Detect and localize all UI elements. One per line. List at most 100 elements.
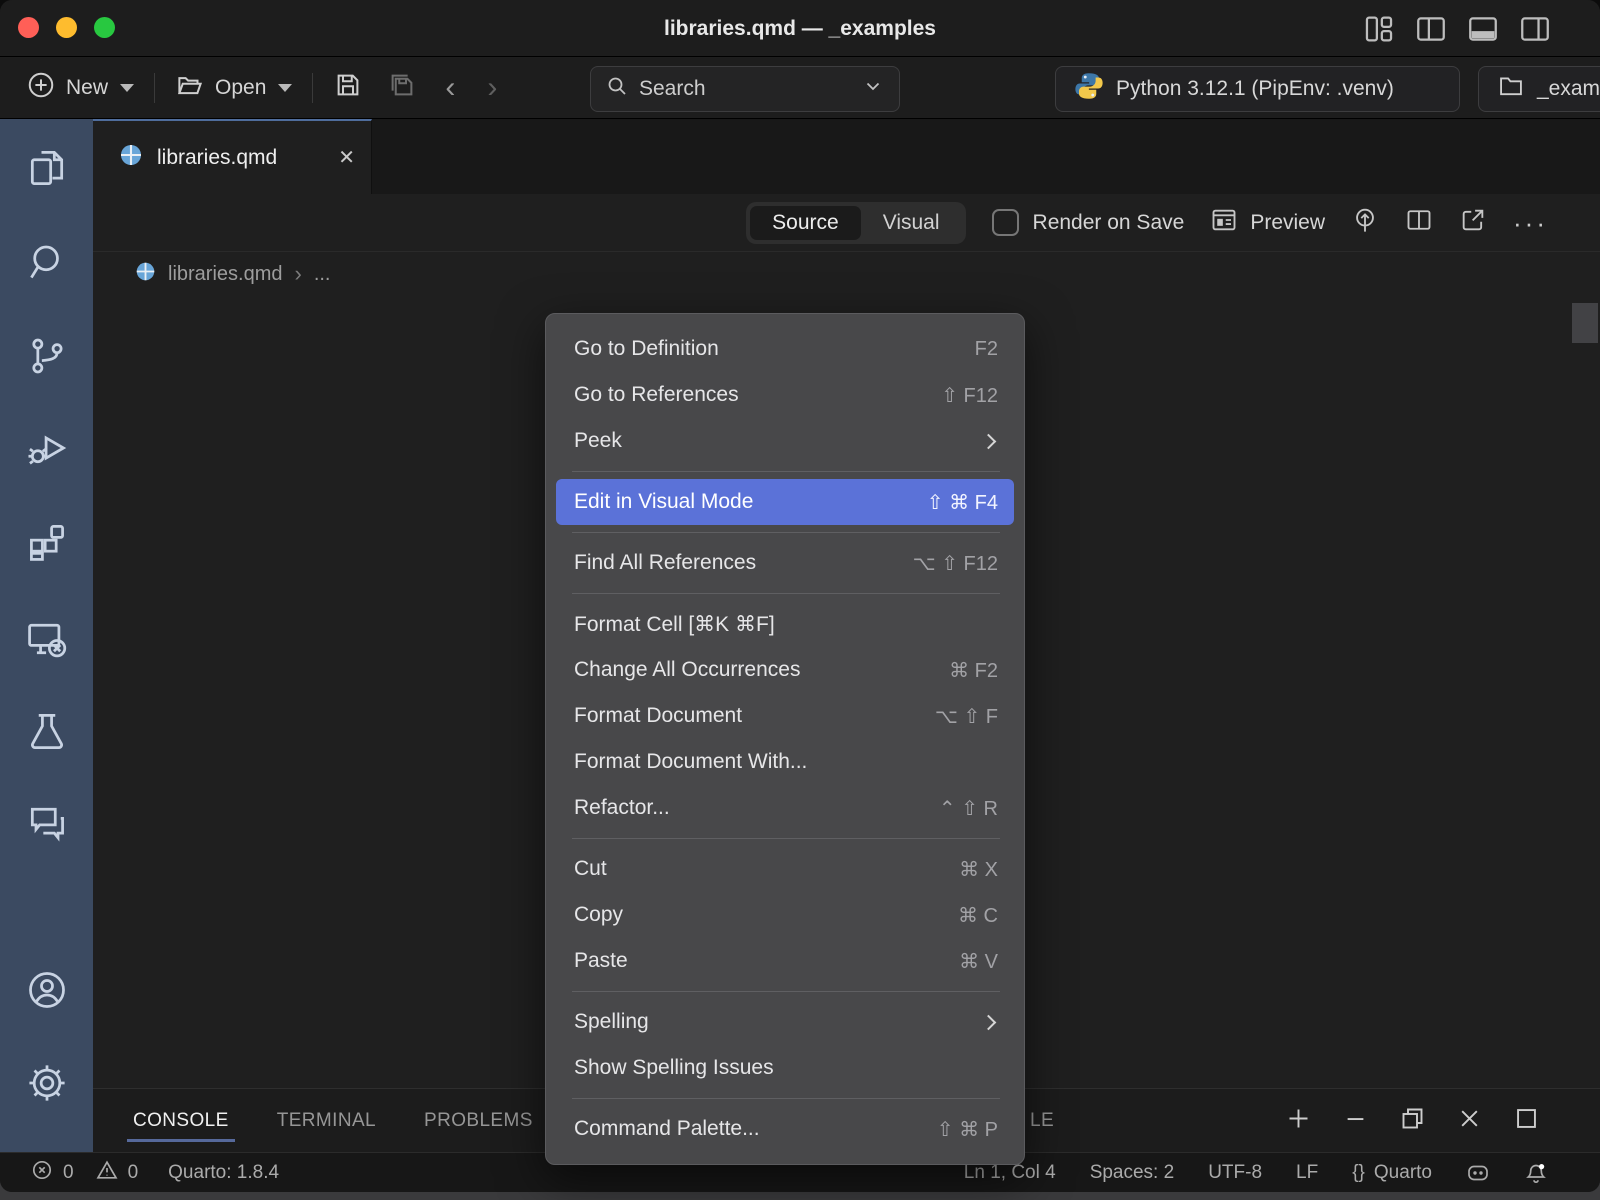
navigate-back-button[interactable]: ‹	[437, 73, 463, 103]
interpreter-selector[interactable]: Python 3.12.1 (PipEnv: .venv)	[1055, 66, 1460, 112]
menu-item-label: Edit in Visual Mode	[574, 490, 753, 514]
menu-item-format-document[interactable]: Format Document⌥ ⇧ F	[546, 693, 1024, 739]
menu-item-go-to-references[interactable]: Go to References⇧ F12	[546, 372, 1024, 418]
menu-item-label: Format Document	[574, 704, 742, 728]
menu-item-edit-in-visual-mode[interactable]: Edit in Visual Mode⇧ ⌘ F4	[556, 479, 1014, 525]
toolbar-divider	[312, 73, 313, 103]
activity-bar	[0, 119, 93, 1152]
braces-icon: {}	[1352, 1162, 1365, 1184]
breadcrumb: libraries.qmd › ...	[93, 252, 1600, 296]
extensions-icon[interactable]	[25, 520, 69, 564]
menu-item-peek[interactable]: Peek	[546, 418, 1024, 464]
toolbar-divider	[154, 73, 155, 103]
panel-maximize-icon[interactable]	[1513, 1105, 1540, 1137]
menu-item-paste[interactable]: Paste⌘ V	[546, 938, 1024, 984]
settings-gear-icon[interactable]	[25, 1061, 69, 1105]
panel-close-icon[interactable]	[1456, 1105, 1483, 1137]
language-mode-status[interactable]: {} Quarto	[1352, 1162, 1432, 1184]
account-icon[interactable]	[25, 968, 69, 1012]
menu-item-go-to-definition[interactable]: Go to DefinitionF2	[546, 326, 1024, 372]
menu-item-shortcut: ⌘ F2	[949, 658, 998, 683]
toolbar: New Open ‹ ›	[0, 58, 1600, 119]
menu-item-shortcut: ⌃ ⇧ R	[939, 796, 998, 821]
menu-item-format-document-with[interactable]: Format Document With...	[546, 739, 1024, 785]
menu-item-cut[interactable]: Cut ⌘ X	[546, 846, 1024, 892]
split-editor-icon[interactable]	[1405, 206, 1433, 239]
source-mode-button[interactable]: Source	[750, 206, 861, 240]
save-button[interactable]	[329, 64, 367, 112]
window-title: libraries.qmd — _examples	[0, 0, 1600, 57]
search-sidebar-icon[interactable]	[25, 240, 69, 284]
preview-button[interactable]: Preview	[1210, 206, 1325, 240]
menu-item-label: Go to References	[574, 383, 739, 407]
save-all-icon	[387, 70, 417, 106]
menu-item-shortcut: ⌘ X	[959, 857, 998, 882]
toggle-secondary-sidebar-icon[interactable]	[1518, 12, 1552, 51]
navigate-forward-button[interactable]: ›	[479, 73, 505, 103]
menu-item-format-cell-k-f[interactable]: Format Cell [⌘K ⌘F]	[546, 601, 1024, 647]
toggle-panel-icon[interactable]	[1466, 12, 1500, 51]
menu-item-change-all-occurrences[interactable]: Change All Occurrences ⌘ F2	[546, 647, 1024, 693]
tab-libraries-qmd[interactable]: libraries.qmd ✕	[93, 119, 372, 194]
explorer-icon[interactable]	[25, 146, 69, 190]
close-tab-icon[interactable]: ✕	[338, 145, 355, 170]
menu-separator	[572, 593, 1000, 594]
render-on-save-checkbox[interactable]	[992, 209, 1019, 236]
menu-item-refactor[interactable]: Refactor...⌃ ⇧ R	[546, 785, 1024, 831]
panel-plus-icon[interactable]	[1285, 1105, 1312, 1137]
quarto-file-icon	[119, 143, 143, 172]
new-button[interactable]: New	[22, 64, 138, 112]
error-count: 0	[63, 1162, 74, 1184]
publish-icon[interactable]	[1351, 206, 1379, 239]
panel-tab-terminal[interactable]: TERMINAL	[277, 1089, 376, 1152]
customize-layout-icon[interactable]	[1362, 12, 1396, 51]
editor-scrollbar[interactable]	[1572, 303, 1598, 343]
menu-item-spelling[interactable]: Spelling	[546, 999, 1024, 1045]
new-button-label: New	[66, 76, 108, 100]
chevron-down-icon	[861, 74, 885, 104]
run-debug-icon[interactable]	[25, 426, 69, 470]
encoding-status[interactable]: UTF-8	[1208, 1162, 1262, 1184]
more-actions-icon[interactable]: ···	[1513, 213, 1548, 233]
workspace-label: _examples	[1537, 77, 1600, 101]
comments-icon[interactable]	[25, 801, 69, 845]
panel-minimize-icon[interactable]	[1342, 1105, 1369, 1137]
menu-item-shortcut: F2	[975, 338, 998, 361]
problems-status[interactable]: 0 0	[30, 1158, 138, 1188]
eol-status[interactable]: LF	[1296, 1162, 1318, 1184]
quarto-version-status[interactable]: Quarto: 1.8.4	[168, 1162, 279, 1184]
menu-item-copy[interactable]: Copy⌘ C	[546, 892, 1024, 938]
visual-mode-button[interactable]: Visual	[861, 206, 962, 240]
breadcrumb-file[interactable]: libraries.qmd	[168, 263, 282, 286]
menu-item-find-all-references[interactable]: Find All References⌥ ⇧ F12	[546, 540, 1024, 586]
panel-restore-icon[interactable]	[1399, 1105, 1426, 1137]
menu-item-label: Show Spelling Issues	[574, 1056, 774, 1080]
indentation-status[interactable]: Spaces: 2	[1090, 1162, 1175, 1184]
open-external-icon[interactable]	[1459, 206, 1487, 239]
submenu-chevron-icon	[981, 1014, 997, 1030]
panel-tab-fragment[interactable]: LE	[1030, 1089, 1054, 1152]
editor-action-bar: Source Visual Render on Save Preview ···	[93, 194, 1600, 252]
breadcrumb-more[interactable]: ...	[314, 263, 331, 286]
panel-tab-console[interactable]: CONSOLE	[133, 1089, 229, 1152]
testing-flask-icon[interactable]	[25, 709, 69, 753]
warning-icon	[95, 1158, 119, 1188]
menu-separator	[572, 1098, 1000, 1099]
error-icon	[30, 1158, 54, 1188]
toggle-primary-sidebar-icon[interactable]	[1414, 12, 1448, 51]
open-button[interactable]: Open	[171, 64, 296, 112]
panel-tab-problems[interactable]: PROBLEMS	[424, 1089, 533, 1152]
remote-explorer-icon[interactable]	[25, 617, 69, 661]
menu-item-label: Change All Occurrences	[574, 658, 800, 682]
menu-item-show-spelling-issues[interactable]: Show Spelling Issues	[546, 1045, 1024, 1091]
search-icon	[605, 74, 629, 104]
source-control-icon[interactable]	[25, 334, 69, 378]
menu-item-shortcut: ⌘ C	[958, 903, 998, 928]
menu-item-label: Cut	[574, 857, 607, 881]
copilot-icon[interactable]	[1466, 1161, 1490, 1185]
menu-item-command-palette[interactable]: Command Palette...⇧ ⌘ P	[546, 1106, 1024, 1152]
workspace-button[interactable]: _examples	[1478, 66, 1600, 112]
notifications-bell-icon[interactable]	[1524, 1161, 1548, 1185]
global-search-input[interactable]: Search	[590, 66, 900, 112]
save-all-button[interactable]	[383, 64, 421, 112]
